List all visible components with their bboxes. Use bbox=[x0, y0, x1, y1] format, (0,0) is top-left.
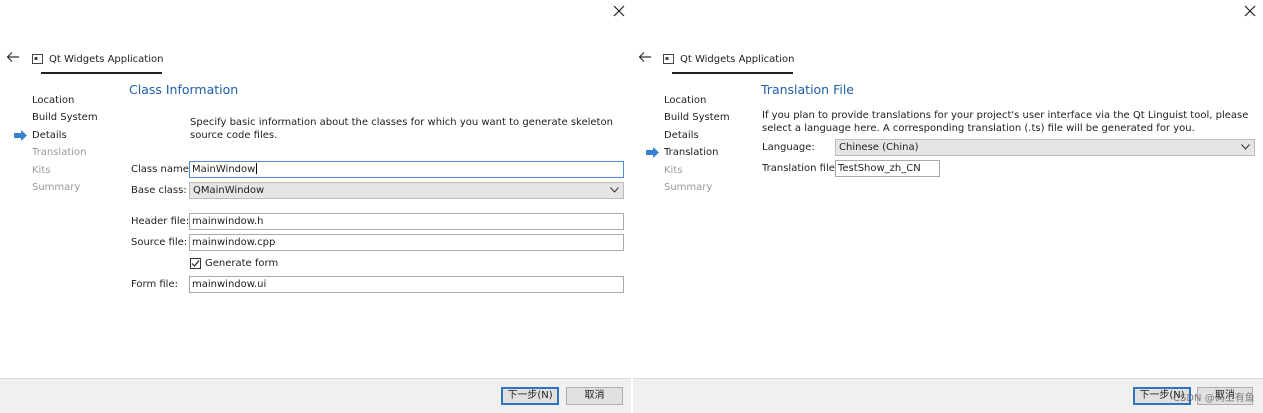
application-icon bbox=[663, 54, 674, 64]
page-title: Class Information bbox=[129, 82, 239, 97]
checkmark-icon bbox=[191, 260, 200, 267]
step-build-system: Build System bbox=[664, 112, 730, 124]
header-file-input[interactable]: mainwindow.h bbox=[189, 213, 624, 230]
wizard-window-details: Qt Widgets Application Location Build Sy… bbox=[0, 0, 631, 413]
page-description: Specify basic information about the clas… bbox=[190, 117, 613, 141]
generate-form-checkbox[interactable] bbox=[190, 258, 201, 269]
wizard-title-label: Qt Widgets Application bbox=[49, 53, 164, 65]
wizard-window-translation: Qt Widgets Application Location Build Sy… bbox=[633, 0, 1263, 413]
button-bar: 下一步(N) 取消 bbox=[0, 378, 631, 413]
chevron-down-icon bbox=[1241, 144, 1250, 150]
wizard-title: Qt Widgets Application bbox=[663, 51, 794, 67]
generate-form-checkbox-row[interactable]: Generate form bbox=[190, 258, 278, 269]
wizard-steps: Location Build System Details Translatio… bbox=[14, 94, 98, 198]
step-build-system: Build System bbox=[32, 112, 98, 124]
button-bar: 下一步(N) 取消 CSDN @码上有鱼 bbox=[633, 378, 1263, 413]
current-step-arrow-icon bbox=[646, 147, 659, 159]
next-button[interactable]: 下一步(N) bbox=[501, 387, 559, 405]
title-underline bbox=[672, 72, 793, 74]
class-name-input[interactable]: MainWindow bbox=[189, 161, 624, 178]
back-arrow-icon[interactable] bbox=[638, 51, 652, 63]
form-file-label: Form file: bbox=[131, 279, 178, 290]
wizard-steps: Location Build System Details Translatio… bbox=[646, 94, 730, 198]
application-icon bbox=[32, 54, 43, 64]
page-description: If you plan to provide translations for … bbox=[762, 110, 1249, 134]
step-summary: Summary bbox=[32, 181, 81, 193]
wizard-title-label: Qt Widgets Application bbox=[680, 53, 795, 65]
base-class-label: Base class: bbox=[131, 185, 187, 196]
watermark-text: CSDN @码上有鱼 bbox=[1173, 393, 1255, 404]
step-location: Location bbox=[664, 95, 707, 106]
page-title: Translation File bbox=[761, 82, 854, 97]
wizard-title: Qt Widgets Application bbox=[32, 51, 163, 67]
language-label: Language: bbox=[762, 142, 815, 153]
step-kits: Kits bbox=[32, 164, 51, 176]
close-icon[interactable] bbox=[1243, 4, 1257, 18]
step-summary: Summary bbox=[664, 181, 713, 193]
step-translation: Translation bbox=[646, 146, 730, 163]
step-translation: Translation bbox=[32, 147, 87, 159]
cancel-button[interactable]: 取消 bbox=[566, 387, 623, 405]
back-arrow-icon[interactable] bbox=[6, 51, 20, 63]
header-file-label: Header file: bbox=[131, 216, 190, 227]
title-underline bbox=[41, 72, 162, 74]
chevron-down-icon bbox=[610, 187, 619, 193]
step-kits: Kits bbox=[664, 164, 683, 176]
translation-file-input[interactable]: TestShow_zh_CN bbox=[835, 160, 940, 177]
source-file-label: Source file: bbox=[131, 237, 188, 248]
language-combobox[interactable]: Chinese (China) bbox=[835, 139, 1255, 156]
source-file-input[interactable]: mainwindow.cpp bbox=[189, 234, 624, 251]
translation-file-label: Translation file: bbox=[762, 163, 839, 174]
close-icon[interactable] bbox=[612, 4, 626, 18]
form-file-input[interactable]: mainwindow.ui bbox=[189, 276, 624, 293]
step-location: Location bbox=[32, 95, 75, 106]
current-step-arrow-icon bbox=[14, 129, 27, 141]
step-details: Details bbox=[664, 129, 699, 141]
base-class-combobox[interactable]: QMainWindow bbox=[189, 182, 624, 199]
step-details: Details bbox=[14, 129, 98, 146]
generate-form-label: Generate form bbox=[205, 258, 279, 269]
class-name-label: Class name: bbox=[131, 164, 193, 175]
